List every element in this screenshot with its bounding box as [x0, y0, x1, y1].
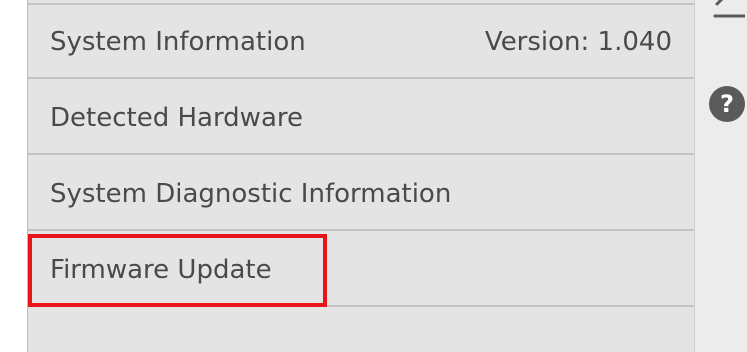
menu-item-firmware-update[interactable]: Firmware Update [28, 233, 694, 307]
menu-item-label: Firmware Update [50, 255, 272, 285]
settings-screen: System Information Version: 1.040 Detect… [0, 0, 747, 352]
version-value: Version: 1.040 [484, 27, 672, 57]
menu-item-detected-hardware[interactable]: Detected Hardware [28, 81, 694, 155]
menu-item-system-information[interactable]: System Information Version: 1.040 [28, 5, 694, 79]
side-rail: ? [694, 0, 747, 352]
menu-item-label: System Diagnostic Information [50, 179, 452, 209]
menu-item-system-diagnostic-information[interactable]: System Diagnostic Information [28, 157, 694, 231]
back-icon[interactable] [713, 0, 745, 22]
list-item-empty [28, 309, 694, 352]
menu-item-label: Detected Hardware [50, 103, 303, 133]
menu-item-label: System Information [50, 27, 306, 57]
system-menu-list: System Information Version: 1.040 Detect… [27, 0, 694, 352]
help-icon[interactable]: ? [709, 86, 745, 122]
